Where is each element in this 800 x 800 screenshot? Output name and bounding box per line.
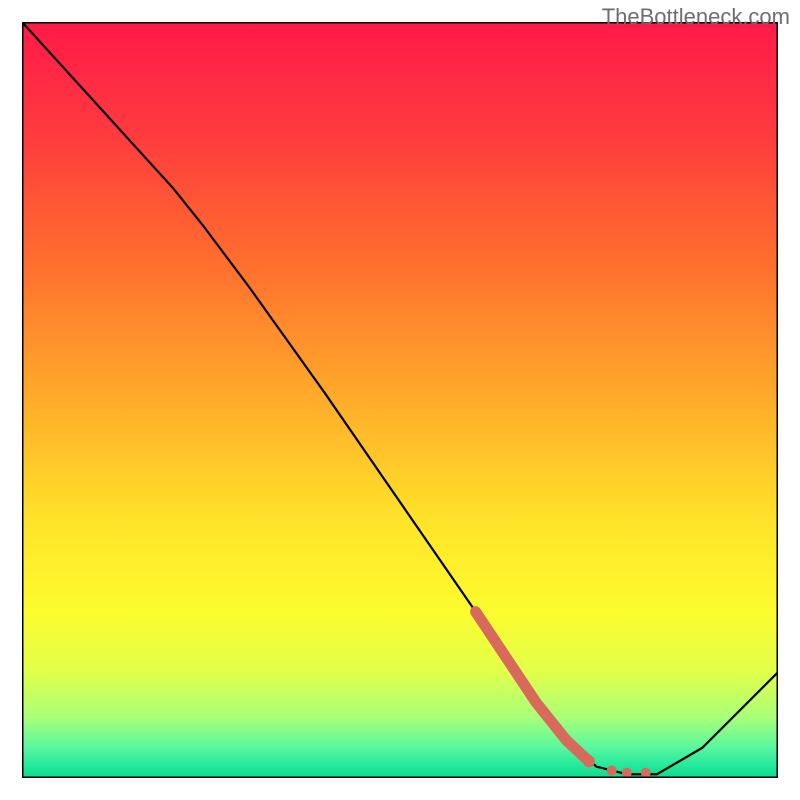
chart-svg bbox=[22, 22, 778, 778]
plot-area bbox=[22, 22, 778, 778]
watermark-text: TheBottleneck.com bbox=[602, 4, 790, 30]
highlight-dot bbox=[583, 755, 595, 767]
highlight-dot bbox=[622, 768, 632, 778]
highlight-dot bbox=[607, 765, 617, 775]
chart-container: TheBottleneck.com bbox=[0, 0, 800, 800]
gradient-background bbox=[22, 22, 778, 778]
highlight-dot bbox=[641, 768, 651, 778]
